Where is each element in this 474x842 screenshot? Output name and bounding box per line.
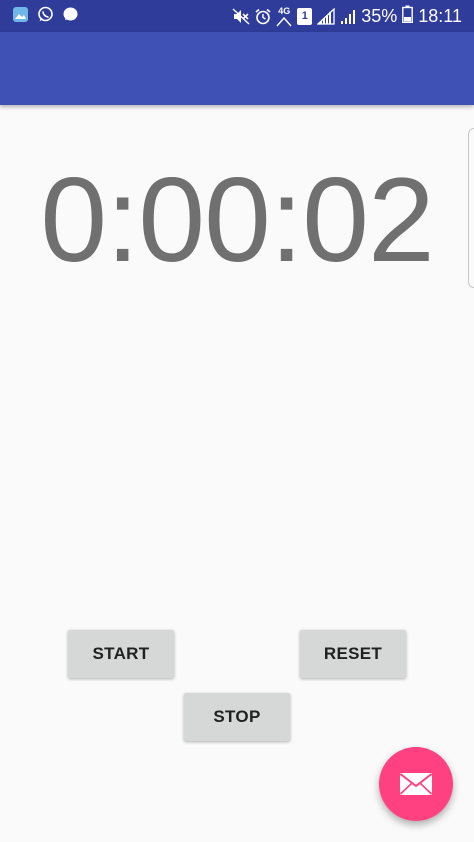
battery-percent: 35% — [361, 6, 398, 26]
chat-bubble-icon — [62, 6, 79, 23]
stop-button[interactable]: STOP — [184, 693, 290, 741]
notification-icons — [12, 6, 79, 23]
reset-button[interactable]: RESET — [300, 630, 406, 678]
system-icons: 4G 1 35% 18:11 — [232, 4, 462, 28]
network-4g-icon: 4G — [276, 6, 292, 27]
gallery-icon — [12, 6, 29, 23]
battery-icon — [402, 5, 414, 28]
sim-1-icon: 1 — [297, 7, 313, 25]
status-bar: 4G 1 35% 18:11 — [0, 0, 474, 32]
mail-icon — [399, 772, 433, 796]
whatsapp-icon — [37, 6, 54, 23]
signal-icon — [339, 8, 356, 25]
email-fab-button[interactable] — [379, 747, 453, 821]
app-bar — [0, 32, 474, 105]
signal-icon — [316, 6, 335, 25]
mute-icon — [232, 7, 250, 25]
clock: 18:11 — [418, 6, 462, 26]
stopwatch-display: 0:00:02 — [40, 153, 434, 287]
start-button[interactable]: START — [68, 630, 174, 678]
alarm-icon — [254, 8, 271, 25]
